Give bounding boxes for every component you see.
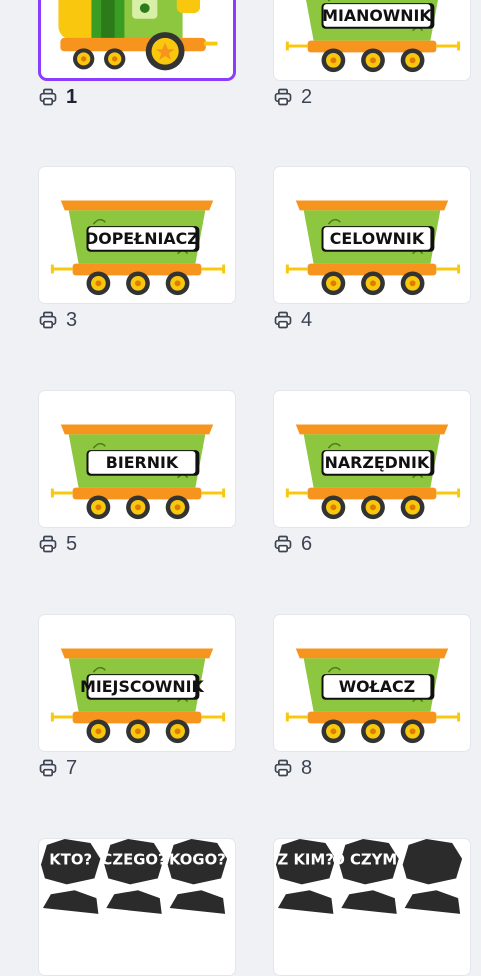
page-thumbnail-2[interactable]: MIANOWNIK — [273, 0, 471, 81]
rock-question-text: KOGO? — [169, 852, 226, 869]
page-artwork: MIEJSCOWNIK — [50, 648, 226, 744]
page-artwork: NARZĘDNIK — [285, 424, 461, 520]
page-number-2: 2 — [301, 86, 313, 108]
rock-question-text: O CZYM? — [332, 852, 406, 869]
rock-question-text: Z KIM? — [278, 852, 334, 869]
page-artwork: KTO? CZEGO? KOGO? — [40, 839, 228, 914]
printer-glyph — [274, 535, 292, 553]
page-artwork: BIERNIK — [50, 424, 226, 520]
wagon-label-text: BIERNIK — [106, 453, 179, 472]
print-icon — [38, 87, 58, 107]
page-meta-2: 2 — [273, 86, 312, 108]
page-number-6: 6 — [301, 533, 313, 555]
page-meta-1: 1 — [38, 86, 77, 108]
wagon-label-text: MIANOWNIK — [322, 6, 432, 25]
printer-glyph — [274, 88, 292, 106]
print-icon — [273, 87, 293, 107]
page-artwork: WOŁACZ — [285, 648, 461, 744]
printer-glyph — [274, 311, 292, 329]
print-icon — [38, 758, 58, 778]
page-thumbnail-3[interactable]: DOPEŁNIACZ — [38, 166, 236, 304]
page-meta-8: 8 — [273, 757, 312, 779]
page-meta-4: 4 — [273, 309, 312, 331]
page-meta-7: 7 — [38, 757, 77, 779]
page-number-5: 5 — [66, 533, 78, 555]
page-thumbnail-6[interactable]: NARZĘDNIK — [273, 390, 471, 528]
page-thumbnail-4[interactable]: CELOWNIK — [273, 166, 471, 304]
page-thumbnail-9[interactable]: KTO? CZEGO? KOGO? — [38, 838, 236, 976]
rock-question-text: KTO? — [49, 852, 92, 869]
pages-grid: 1 MIANOWNIK 2 DOPEŁNIACZ 3 CELOWNIK 4 BI… — [0, 0, 481, 976]
rock-question-text: CZEGO? — [101, 852, 166, 869]
page-number-3: 3 — [66, 309, 78, 331]
page-artwork: DOPEŁNIACZ — [50, 200, 226, 296]
page-artwork: CELOWNIK — [285, 200, 461, 296]
printer-glyph — [39, 535, 57, 553]
page-number-7: 7 — [66, 757, 78, 779]
print-icon — [38, 534, 58, 554]
wagon-label-text: MIEJSCOWNIK — [80, 677, 204, 696]
page-number-4: 4 — [301, 309, 313, 331]
print-icon — [38, 310, 58, 330]
wagon-label-text: NARZĘDNIK — [325, 453, 430, 472]
print-icon — [273, 534, 293, 554]
wagon-label-text: WOŁACZ — [339, 677, 415, 696]
printer-glyph — [39, 88, 57, 106]
page-artwork — [58, 0, 218, 71]
page-number-8: 8 — [301, 757, 313, 779]
print-icon — [273, 758, 293, 778]
page-meta-5: 5 — [38, 533, 77, 555]
page-thumbnail-10[interactable]: Z KIM? O CZYM? — [273, 838, 471, 976]
page-thumbnail-5[interactable]: BIERNIK — [38, 390, 236, 528]
page-artwork: Z KIM?O CZYM? — [275, 839, 463, 914]
page-meta-6: 6 — [273, 533, 312, 555]
wagon-label-text: DOPEŁNIACZ — [85, 229, 199, 248]
page-thumbnail-7[interactable]: MIEJSCOWNIK — [38, 614, 236, 752]
print-icon — [273, 310, 293, 330]
page-artwork: MIANOWNIK — [285, 0, 461, 73]
page-meta-3: 3 — [38, 309, 77, 331]
page-thumbnail-1[interactable] — [38, 0, 236, 81]
wagon-label-text: CELOWNIK — [330, 229, 425, 248]
printer-glyph — [39, 311, 57, 329]
printer-glyph — [39, 759, 57, 777]
page-number-1: 1 — [66, 86, 78, 108]
printer-glyph — [274, 759, 292, 777]
page-thumbnail-8[interactable]: WOŁACZ — [273, 614, 471, 752]
